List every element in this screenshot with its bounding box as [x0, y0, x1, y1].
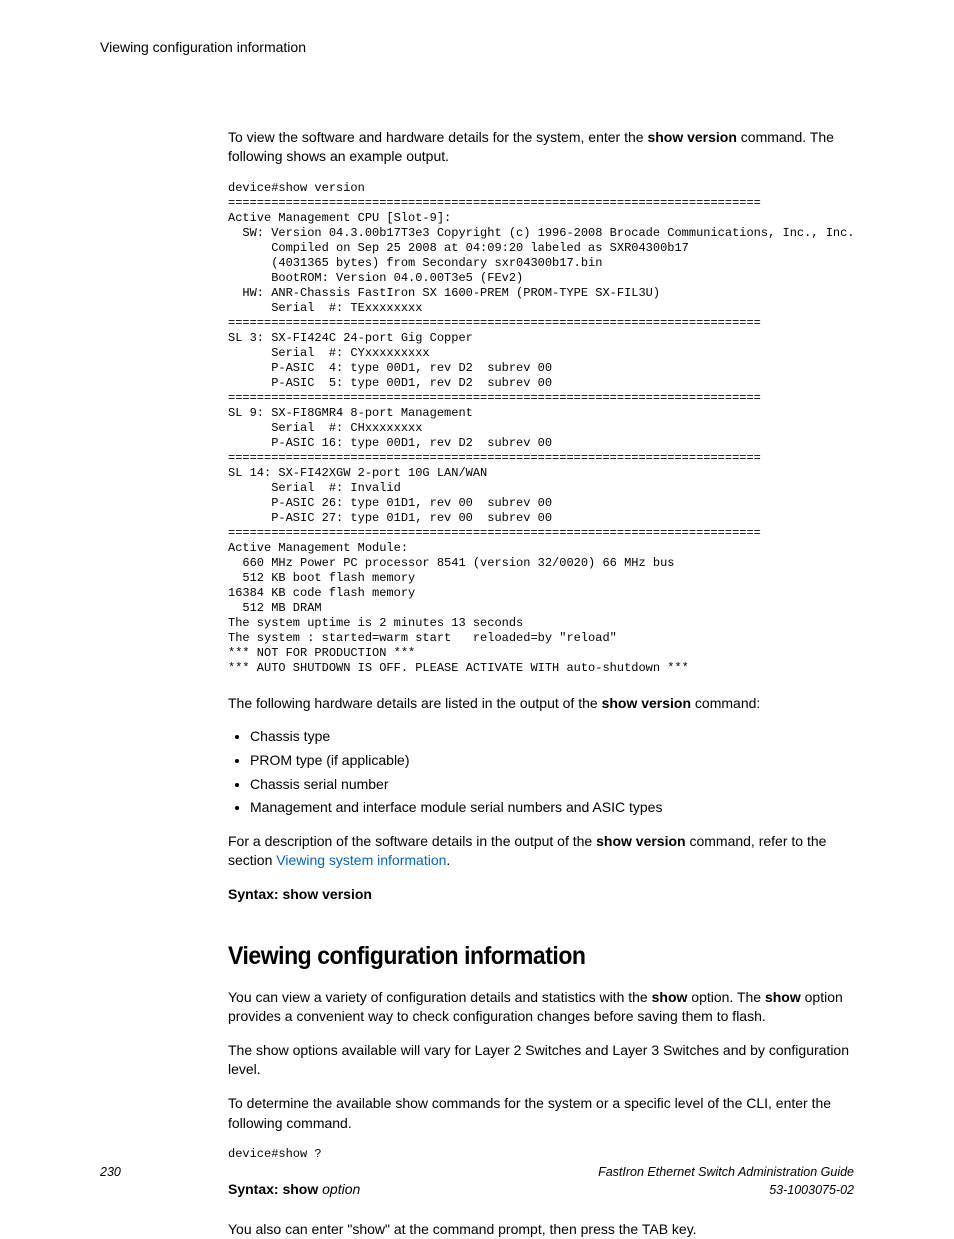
- code-output-show-version: device#show version ====================…: [228, 181, 854, 676]
- page-footer: 230 FastIron Ethernet Switch Administrat…: [100, 1164, 854, 1199]
- footer-title: FastIron Ethernet Switch Administration …: [598, 1165, 854, 1179]
- syntax-show-version: Syntax: show version: [228, 885, 854, 905]
- code-show-question: device#show ?: [228, 1147, 854, 1162]
- intro-paragraph: To view the software and hardware detail…: [228, 128, 854, 167]
- list-item: Chassis type: [250, 727, 854, 747]
- sec2-paragraph-2: The show options available will vary for…: [228, 1041, 854, 1080]
- page-number: 230: [100, 1164, 121, 1199]
- description-paragraph: For a description of the software detail…: [228, 832, 854, 871]
- after-code-paragraph: The following hardware details are liste…: [228, 694, 854, 714]
- desc-c: .: [446, 852, 450, 868]
- sec2-paragraph-3: To determine the available show commands…: [228, 1094, 854, 1133]
- hardware-details-list: Chassis type PROM type (if applicable) C…: [228, 727, 854, 817]
- link-viewing-system-information[interactable]: Viewing system information: [276, 852, 446, 868]
- list-item: PROM type (if applicable): [250, 751, 854, 771]
- sec2-p1b: option. The: [687, 989, 765, 1005]
- cmd-show-version: show version: [647, 129, 736, 145]
- sec2-paragraph-1: You can view a variety of configuration …: [228, 988, 854, 1027]
- footer-docnum: 53-1003075-02: [769, 1183, 854, 1197]
- desc-a: For a description of the software detail…: [228, 833, 596, 849]
- cmd-show-version-3: show version: [596, 833, 685, 849]
- cmd-show-2: show: [765, 989, 801, 1005]
- after-code-a: The following hardware details are liste…: [228, 695, 602, 711]
- cmd-show: show: [652, 989, 688, 1005]
- running-header: Viewing configuration information: [100, 38, 854, 58]
- sec2-p1a: You can view a variety of configuration …: [228, 989, 652, 1005]
- list-item: Chassis serial number: [250, 775, 854, 795]
- intro-text-a: To view the software and hardware detail…: [228, 129, 647, 145]
- after-code-b: command:: [691, 695, 760, 711]
- sec2-paragraph-4: You also can enter "show" at the command…: [228, 1220, 854, 1239]
- heading-viewing-configuration-information: Viewing configuration information: [228, 939, 804, 974]
- cmd-show-version-2: show version: [602, 695, 691, 711]
- list-item: Management and interface module serial n…: [250, 798, 854, 818]
